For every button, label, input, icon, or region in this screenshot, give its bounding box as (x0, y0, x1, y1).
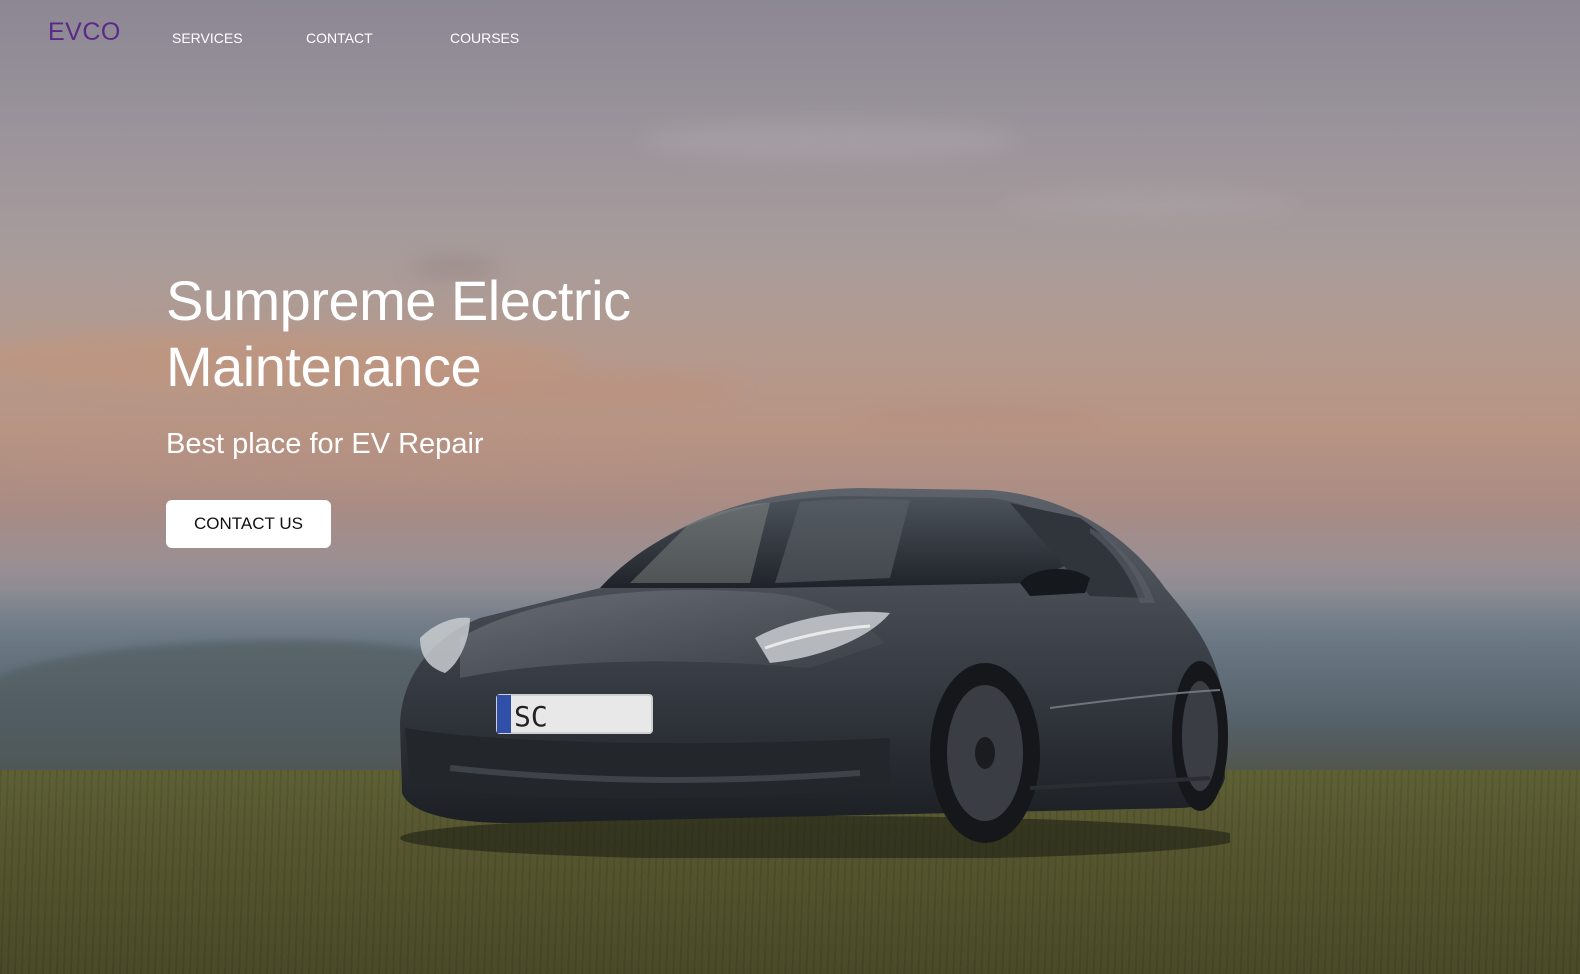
ev-car-hero-photo: SC (400, 488, 1230, 858)
hero-subhead: Best place for EV Repair (166, 428, 484, 460)
license-plate-text: SC (514, 700, 548, 733)
cloud (1000, 190, 1300, 220)
contact-us-button[interactable]: CONTACT US (166, 500, 331, 548)
hero-section: SC EVCO SERVICES CONTACT COURSES Sumprem… (0, 0, 1580, 974)
nav-link-contact[interactable]: CONTACT (306, 30, 373, 46)
nav-link-courses[interactable]: COURSES (450, 30, 519, 46)
brand-logo[interactable]: EVCO (48, 18, 121, 47)
hero-headline: Sumpreme Electric Maintenance (166, 269, 631, 398)
cloud (640, 120, 1020, 160)
cloud (860, 405, 1100, 431)
nav-link-services[interactable]: SERVICES (172, 30, 243, 46)
